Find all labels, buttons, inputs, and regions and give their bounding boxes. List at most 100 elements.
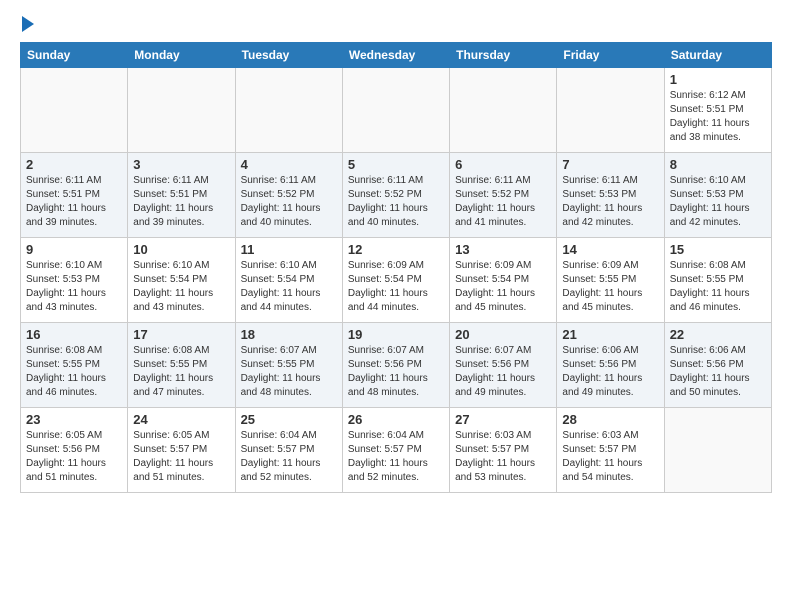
logo xyxy=(20,20,34,32)
day-number: 28 xyxy=(562,412,658,427)
calendar-week-row: 9Sunrise: 6:10 AM Sunset: 5:53 PM Daylig… xyxy=(21,238,772,323)
day-number: 13 xyxy=(455,242,551,257)
calendar-week-row: 2 Sunrise: 6:11 AM Sunset: 5:51 PM Daylig… xyxy=(21,153,772,238)
day-info: Sunrise: 6:10 AM Sunset: 5:53 PM Dayligh… xyxy=(670,174,766,230)
calendar-week-row: 16 Sunrise: 6:08 AM Sunset: 5:55 PM Dayli… xyxy=(21,323,772,408)
calendar-day-cell: 13 Sunrise: 6:09 AM Sunset: 5:54 PM Dayli… xyxy=(450,238,557,323)
day-number: 23 xyxy=(26,412,122,427)
day-number: 6 xyxy=(455,157,551,172)
day-info: Sunrise: 6:07 AM Sunset: 5:55 PM Dayligh… xyxy=(241,344,337,400)
calendar-week-row: 23 Sunrise: 6:05 AM Sunset: 5:56 PM Dayli… xyxy=(21,408,772,493)
day-info: Sunrise: 6:05 AM Sunset: 5:57 PM Dayligh… xyxy=(133,429,229,485)
calendar-day-cell: 16 Sunrise: 6:08 AM Sunset: 5:55 PM Dayli… xyxy=(21,323,128,408)
day-number: 4 xyxy=(241,157,337,172)
weekday-header-saturday: Saturday xyxy=(664,43,771,68)
calendar-day-cell: 5 Sunrise: 6:11 AM Sunset: 5:52 PM Daylig… xyxy=(342,153,449,238)
day-number: 18 xyxy=(241,327,337,342)
day-number: 1 xyxy=(670,72,766,87)
calendar-day-cell: 15Sunrise: 6:08 AM Sunset: 5:55 PM Dayli… xyxy=(664,238,771,323)
calendar-day-cell: 25 Sunrise: 6:04 AM Sunset: 5:57 PM Dayli… xyxy=(235,408,342,493)
day-number: 24 xyxy=(133,412,229,427)
day-info: Sunrise: 6:10 AM Sunset: 5:54 PM Dayligh… xyxy=(241,259,337,315)
day-info: Sunrise: 6:09 AM Sunset: 5:54 PM Dayligh… xyxy=(455,259,551,315)
day-number: 25 xyxy=(241,412,337,427)
calendar-day-cell: 1 Sunrise: 6:12 AM Sunset: 5:51 PM Daylig… xyxy=(664,68,771,153)
day-info: Sunrise: 6:11 AM Sunset: 5:51 PM Dayligh… xyxy=(133,174,229,230)
logo-triangle-icon xyxy=(22,16,34,32)
calendar-day-cell: 18 Sunrise: 6:07 AM Sunset: 5:55 PM Dayli… xyxy=(235,323,342,408)
day-info: Sunrise: 6:11 AM Sunset: 5:53 PM Dayligh… xyxy=(562,174,658,230)
calendar-day-cell: 28 Sunrise: 6:03 AM Sunset: 5:57 PM Dayli… xyxy=(557,408,664,493)
day-info: Sunrise: 6:03 AM Sunset: 5:57 PM Dayligh… xyxy=(562,429,658,485)
calendar-day-cell xyxy=(557,68,664,153)
calendar-day-cell: 3 Sunrise: 6:11 AM Sunset: 5:51 PM Daylig… xyxy=(128,153,235,238)
day-info: Sunrise: 6:12 AM Sunset: 5:51 PM Dayligh… xyxy=(670,89,766,145)
day-info: Sunrise: 6:06 AM Sunset: 5:56 PM Dayligh… xyxy=(562,344,658,400)
day-number: 11 xyxy=(241,242,337,257)
day-info: Sunrise: 6:04 AM Sunset: 5:57 PM Dayligh… xyxy=(241,429,337,485)
day-info: Sunrise: 6:07 AM Sunset: 5:56 PM Dayligh… xyxy=(455,344,551,400)
weekday-header-monday: Monday xyxy=(128,43,235,68)
page-header xyxy=(20,20,772,32)
day-number: 3 xyxy=(133,157,229,172)
calendar-day-cell xyxy=(235,68,342,153)
weekday-header-tuesday: Tuesday xyxy=(235,43,342,68)
calendar-day-cell xyxy=(21,68,128,153)
weekday-header-friday: Friday xyxy=(557,43,664,68)
day-info: Sunrise: 6:04 AM Sunset: 5:57 PM Dayligh… xyxy=(348,429,444,485)
calendar-day-cell: 6 Sunrise: 6:11 AM Sunset: 5:52 PM Daylig… xyxy=(450,153,557,238)
calendar-day-cell: 20 Sunrise: 6:07 AM Sunset: 5:56 PM Dayli… xyxy=(450,323,557,408)
day-info: Sunrise: 6:11 AM Sunset: 5:52 PM Dayligh… xyxy=(455,174,551,230)
calendar-day-cell xyxy=(128,68,235,153)
calendar-day-cell: 2 Sunrise: 6:11 AM Sunset: 5:51 PM Daylig… xyxy=(21,153,128,238)
calendar-day-cell: 4 Sunrise: 6:11 AM Sunset: 5:52 PM Daylig… xyxy=(235,153,342,238)
day-number: 19 xyxy=(348,327,444,342)
day-number: 2 xyxy=(26,157,122,172)
day-number: 10 xyxy=(133,242,229,257)
day-number: 15 xyxy=(670,242,766,257)
calendar-day-cell: 23 Sunrise: 6:05 AM Sunset: 5:56 PM Dayli… xyxy=(21,408,128,493)
calendar-day-cell: 12 Sunrise: 6:09 AM Sunset: 5:54 PM Dayli… xyxy=(342,238,449,323)
day-number: 5 xyxy=(348,157,444,172)
day-info: Sunrise: 6:08 AM Sunset: 5:55 PM Dayligh… xyxy=(133,344,229,400)
weekday-header-sunday: Sunday xyxy=(21,43,128,68)
day-info: Sunrise: 6:07 AM Sunset: 5:56 PM Dayligh… xyxy=(348,344,444,400)
day-info: Sunrise: 6:09 AM Sunset: 5:55 PM Dayligh… xyxy=(562,259,658,315)
day-number: 9 xyxy=(26,242,122,257)
day-number: 21 xyxy=(562,327,658,342)
calendar-day-cell: 10Sunrise: 6:10 AM Sunset: 5:54 PM Dayli… xyxy=(128,238,235,323)
calendar-day-cell xyxy=(450,68,557,153)
calendar-week-row: 1 Sunrise: 6:12 AM Sunset: 5:51 PM Daylig… xyxy=(21,68,772,153)
day-info: Sunrise: 6:11 AM Sunset: 5:51 PM Dayligh… xyxy=(26,174,122,230)
day-number: 26 xyxy=(348,412,444,427)
day-info: Sunrise: 6:11 AM Sunset: 5:52 PM Dayligh… xyxy=(348,174,444,230)
calendar-day-cell: 26 Sunrise: 6:04 AM Sunset: 5:57 PM Dayli… xyxy=(342,408,449,493)
calendar-day-cell: 8 Sunrise: 6:10 AM Sunset: 5:53 PM Daylig… xyxy=(664,153,771,238)
day-info: Sunrise: 6:05 AM Sunset: 5:56 PM Dayligh… xyxy=(26,429,122,485)
weekday-header-thursday: Thursday xyxy=(450,43,557,68)
calendar-day-cell: 17 Sunrise: 6:08 AM Sunset: 5:55 PM Dayli… xyxy=(128,323,235,408)
day-number: 20 xyxy=(455,327,551,342)
calendar-day-cell: 9Sunrise: 6:10 AM Sunset: 5:53 PM Daylig… xyxy=(21,238,128,323)
calendar-day-cell xyxy=(664,408,771,493)
calendar-day-cell: 24 Sunrise: 6:05 AM Sunset: 5:57 PM Dayli… xyxy=(128,408,235,493)
day-number: 14 xyxy=(562,242,658,257)
calendar-header-row: SundayMondayTuesdayWednesdayThursdayFrid… xyxy=(21,43,772,68)
calendar-day-cell: 14 Sunrise: 6:09 AM Sunset: 5:55 PM Dayli… xyxy=(557,238,664,323)
day-info: Sunrise: 6:03 AM Sunset: 5:57 PM Dayligh… xyxy=(455,429,551,485)
calendar-day-cell: 22Sunrise: 6:06 AM Sunset: 5:56 PM Dayli… xyxy=(664,323,771,408)
day-info: Sunrise: 6:09 AM Sunset: 5:54 PM Dayligh… xyxy=(348,259,444,315)
day-number: 16 xyxy=(26,327,122,342)
day-number: 12 xyxy=(348,242,444,257)
calendar-table: SundayMondayTuesdayWednesdayThursdayFrid… xyxy=(20,42,772,493)
day-info: Sunrise: 6:08 AM Sunset: 5:55 PM Dayligh… xyxy=(26,344,122,400)
calendar-day-cell: 21 Sunrise: 6:06 AM Sunset: 5:56 PM Dayli… xyxy=(557,323,664,408)
day-number: 17 xyxy=(133,327,229,342)
weekday-header-wednesday: Wednesday xyxy=(342,43,449,68)
day-number: 27 xyxy=(455,412,551,427)
calendar-day-cell: 7 Sunrise: 6:11 AM Sunset: 5:53 PM Daylig… xyxy=(557,153,664,238)
day-info: Sunrise: 6:11 AM Sunset: 5:52 PM Dayligh… xyxy=(241,174,337,230)
day-number: 7 xyxy=(562,157,658,172)
day-number: 8 xyxy=(670,157,766,172)
calendar-day-cell: 19 Sunrise: 6:07 AM Sunset: 5:56 PM Dayli… xyxy=(342,323,449,408)
